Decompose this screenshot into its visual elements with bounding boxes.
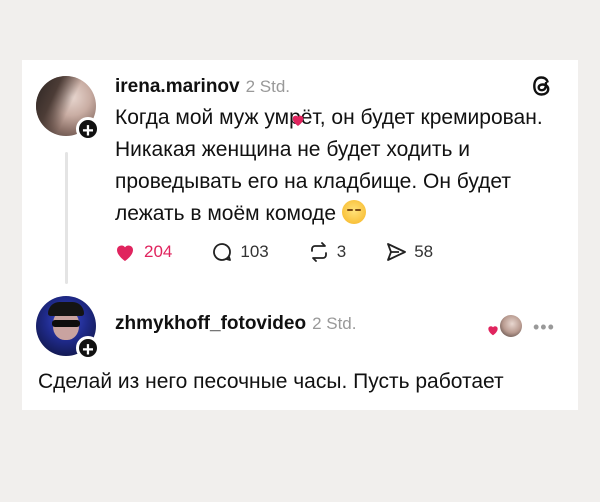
thread-line <box>65 152 68 284</box>
follow-plus-icon[interactable]: + <box>76 336 100 361</box>
repost-count: 3 <box>336 242 347 261</box>
follow-plus-icon[interactable]: + <box>76 117 100 142</box>
post-author[interactable]: irena.marinov 2 Std. <box>115 76 290 98</box>
post-actions: 204 103 3 58 <box>112 238 471 266</box>
share-count: 58 <box>414 242 434 261</box>
comment-button[interactable]: 103 <box>210 240 269 264</box>
heart-icon <box>117 245 133 261</box>
share-button[interactable]: 58 <box>384 240 433 264</box>
heart-overlay-icon <box>292 115 304 126</box>
reply-text: Сделай из него песочные часы. Пусть рабо… <box>38 370 504 393</box>
threads-icon[interactable] <box>528 72 556 100</box>
repost-button[interactable]: 3 <box>307 240 346 264</box>
reply-time: 2 Std. <box>312 314 357 333</box>
reply-author[interactable]: zhmykhoff_fotovideo 2 Std. <box>115 313 356 335</box>
send-icon <box>387 243 407 261</box>
more-icon[interactable]: ••• <box>533 317 555 338</box>
comment-count: 103 <box>240 242 269 261</box>
liked-by-author-heart-icon <box>488 326 498 336</box>
relieved-face-icon <box>341 200 366 224</box>
comment-icon <box>213 243 232 261</box>
post-text-content: Когда мой муж умрёт, он будет кремирован… <box>115 106 543 225</box>
reply-meta: ••• <box>486 313 562 341</box>
reply-username[interactable]: zhmykhoff_fotovideo <box>115 313 306 334</box>
like-count: 204 <box>144 242 173 261</box>
author-mini-avatar <box>500 315 522 337</box>
post-username[interactable]: irena.marinov <box>115 76 240 97</box>
post-time: 2 Std. <box>245 77 291 96</box>
post-text: Когда мой муж умрёт, он будет кремирован… <box>115 102 555 230</box>
like-button[interactable]: 204 <box>112 240 172 264</box>
repost-icon <box>310 242 327 262</box>
